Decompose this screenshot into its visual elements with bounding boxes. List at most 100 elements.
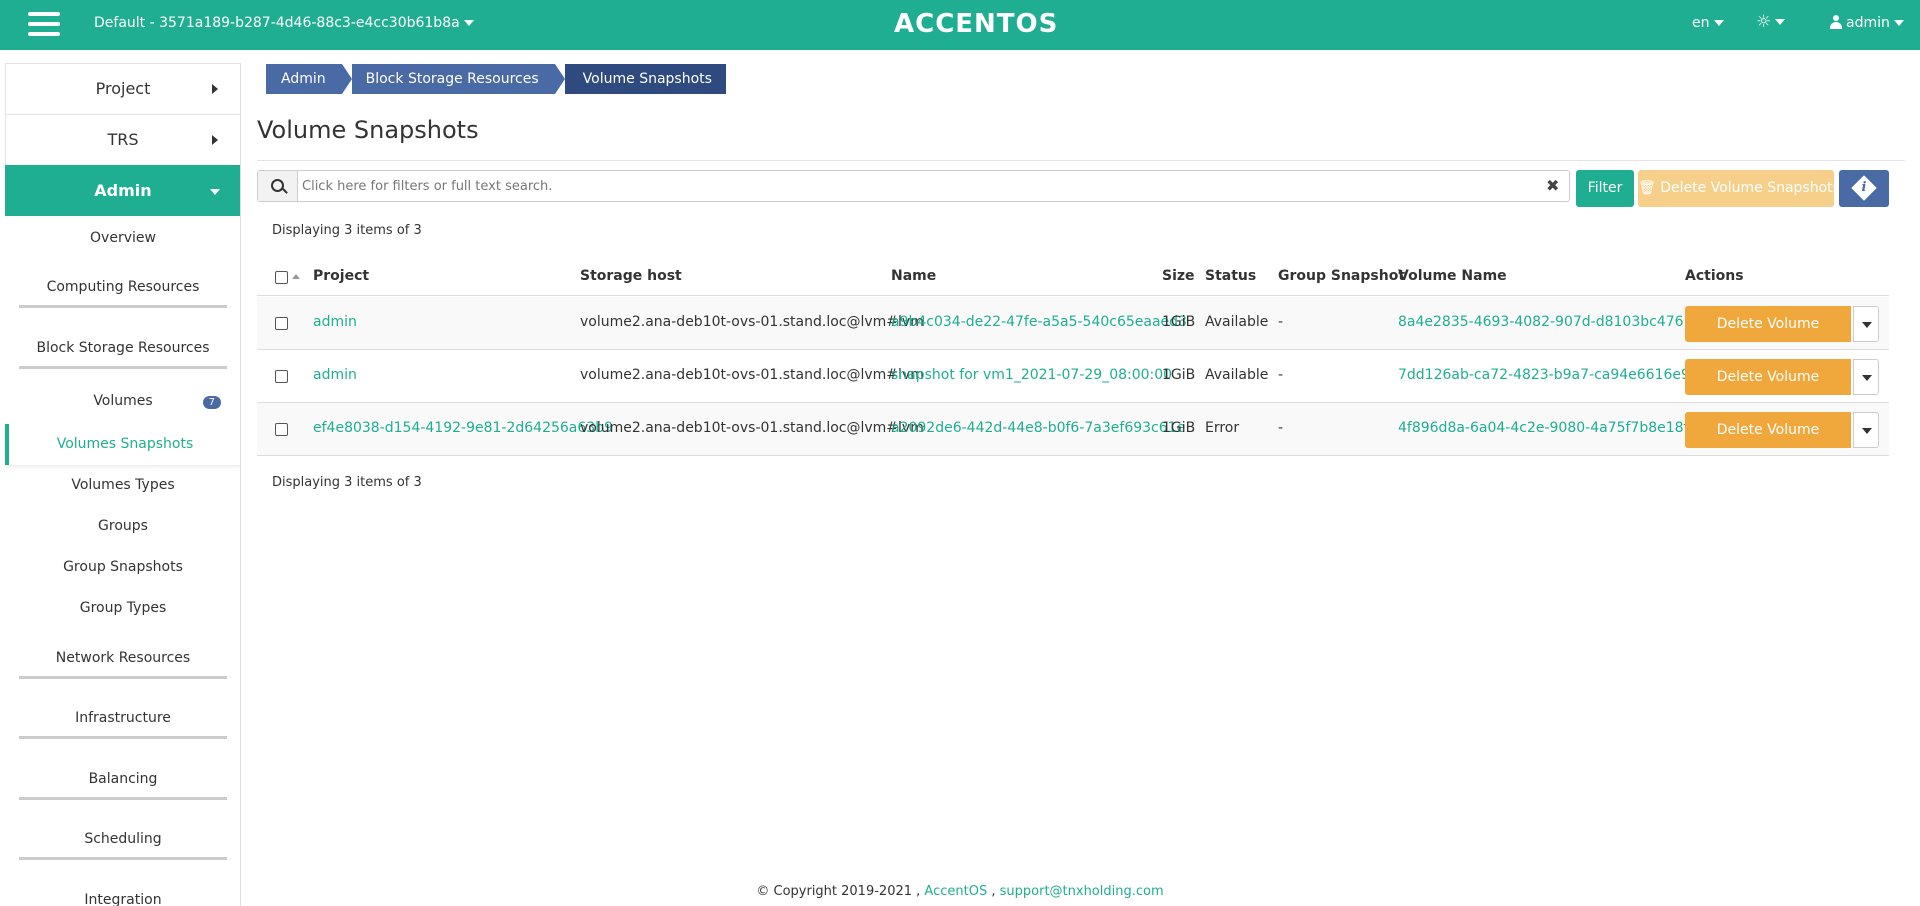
breadcrumb-item-admin[interactable]: Admin [266, 64, 342, 94]
snapshot-name-link[interactable]: snapshot for vm1_2021-07-29_08:00:00 [891, 367, 1172, 383]
hamburger-menu-icon[interactable] [28, 12, 60, 38]
clear-icon[interactable]: ✖ [1546, 176, 1559, 195]
chevron-down-icon [1775, 19, 1786, 25]
delete-volume-snapshots-button[interactable]: 🗑 Delete Volume Snapshots [1638, 170, 1840, 207]
divider [257, 160, 1905, 161]
sidebar-item-group-types[interactable]: Group Types [5, 600, 240, 616]
column-header-project[interactable]: Project [313, 268, 369, 284]
table-row: ef4e8038-d154-4192-9e81-2d64256a63b9 vol… [257, 403, 1889, 474]
trash-icon: 🗑 [1638, 180, 1656, 196]
group-snapshot: - [1278, 367, 1284, 383]
sidebar-item-label: Volumes [93, 393, 153, 409]
theme-selector[interactable]: ☼ [1756, 12, 1786, 32]
sidebar-group-balancing[interactable]: Balancing [19, 771, 227, 800]
column-header-size[interactable]: Size [1162, 268, 1195, 284]
sidebar-item-label: Admin [94, 181, 152, 200]
snapshot-name-link[interactable]: a9b4c034-de22-47fe-a5a5-540c65eaaed3 [891, 314, 1187, 330]
project-selector[interactable]: Default - 3571a189-b287-4d46-88c3-e4cc30… [94, 15, 474, 31]
column-header-group-snapshot[interactable]: Group Snapshot [1278, 268, 1405, 284]
delete-volume-snapshot-button[interactable]: Delete Volume Snapshot [1685, 359, 1851, 421]
status: Error [1205, 420, 1240, 436]
delete-volume-snapshot-button[interactable]: Delete Volume Snapshot [1685, 412, 1851, 474]
user-name: admin [1846, 15, 1890, 31]
row-checkbox[interactable] [275, 370, 288, 383]
sidebar-group-block-storage[interactable]: Block Storage Resources [19, 340, 227, 369]
chevron-down-icon [210, 189, 220, 195]
sidebar: Project TRS Admin Overview Computing Res… [5, 63, 241, 906]
search-icon[interactable] [258, 171, 298, 201]
column-header-storage-host[interactable]: Storage host [580, 268, 682, 284]
group-snapshot: - [1278, 314, 1284, 330]
search-bar: ✖ [257, 170, 1570, 202]
column-header-status[interactable]: Status [1205, 268, 1256, 284]
info-icon: i [1851, 175, 1877, 201]
row-actions-dropdown[interactable] [1853, 306, 1879, 342]
sidebar-item-label: Project [95, 79, 151, 98]
sidebar-item-overview[interactable]: Overview [5, 230, 240, 246]
user-menu[interactable]: admin [1830, 15, 1904, 31]
row-actions-dropdown[interactable] [1853, 412, 1879, 448]
row-actions-dropdown[interactable] [1853, 359, 1879, 395]
footer-separator: , [991, 884, 996, 899]
sidebar-item-project[interactable]: Project [5, 63, 240, 114]
sidebar-group-network[interactable]: Network Resources [19, 650, 227, 679]
sidebar-item-trs[interactable]: TRS [5, 114, 240, 165]
sidebar-item-groups[interactable]: Groups [5, 518, 240, 534]
row-checkbox[interactable] [275, 317, 288, 330]
accentos-link[interactable]: AccentOS [924, 884, 987, 899]
size: 1GiB [1162, 367, 1196, 383]
storage-host: volume2.ana-deb10t-ovs-01.stand.loc@lvm#… [580, 367, 924, 383]
status: Available [1205, 367, 1269, 383]
column-header-actions: Actions [1685, 268, 1744, 284]
filter-button[interactable]: Filter [1576, 170, 1634, 207]
project-selector-label: Default - 3571a189-b287-4d46-88c3-e4cc30… [94, 15, 460, 31]
sidebar-item-group-snapshots[interactable]: Group Snapshots [5, 559, 240, 575]
user-icon [1830, 15, 1842, 29]
project-link[interactable]: admin [313, 314, 357, 330]
volume-name-link[interactable]: 8a4e2835-4693-4082-907d-d8103bc47616 [1398, 314, 1701, 330]
chevron-right-icon [212, 135, 218, 145]
select-all-checkbox[interactable] [275, 271, 288, 284]
delete-volume-snapshot-button[interactable]: Delete Volume Snapshot [1685, 306, 1851, 368]
logo: ACCENTOS [894, 9, 1059, 39]
sidebar-item-admin[interactable]: Admin [5, 165, 240, 216]
sidebar-item-volumes-snapshots[interactable]: Volumes Snapshots [5, 424, 240, 465]
column-header-name[interactable]: Name [891, 268, 936, 284]
display-count-bottom: Displaying 3 items of 3 [272, 475, 422, 490]
group-snapshot: - [1278, 420, 1284, 436]
volume-name-link[interactable]: 4f896d8a-6a04-4c2e-9080-4a75f7b8e18f-4 [1398, 420, 1702, 436]
info-button[interactable]: i [1839, 170, 1889, 207]
storage-host: volume2.ana-deb10t-ovs-01.stand.loc@lvm#… [580, 314, 924, 330]
size: 1GiB [1162, 420, 1196, 436]
project-link[interactable]: admin [313, 367, 357, 383]
sidebar-item-label: TRS [107, 130, 139, 149]
column-header-volume-name[interactable]: Volume Name [1398, 268, 1507, 284]
breadcrumb: Admin Block Storage Resources Volume Sna… [266, 64, 726, 94]
sidebar-group-infrastructure[interactable]: Infrastructure [19, 710, 227, 739]
chevron-down-icon [1893, 20, 1904, 26]
sidebar-group-scheduling[interactable]: Scheduling [19, 831, 227, 860]
page-title: Volume Snapshots [257, 116, 479, 144]
table-row: admin volume2.ana-deb10t-ovs-01.stand.lo… [257, 350, 1889, 421]
breadcrumb-item-block-storage[interactable]: Block Storage Resources [351, 64, 555, 94]
copyright-text: © Copyright 2019-2021 , [756, 884, 921, 899]
language-selector[interactable]: en [1692, 15, 1724, 31]
delete-volume-snapshots-label: Delete Volume Snapshots [1660, 180, 1840, 196]
search-input[interactable] [302, 175, 1502, 197]
footer: © Copyright 2019-2021 , AccentOS , suppo… [0, 884, 1920, 899]
sidebar-item-volumes-types[interactable]: Volumes Types [5, 477, 240, 493]
table-row: admin volume2.ana-deb10t-ovs-01.stand.lo… [257, 297, 1889, 368]
status: Available [1205, 314, 1269, 330]
volumes-count-badge: 7 [202, 396, 221, 409]
sort-asc-icon[interactable] [292, 274, 300, 279]
breadcrumb-item-volume-snapshots: Volume Snapshots [564, 64, 726, 94]
support-email-link[interactable]: support@tnxholding.com [1000, 884, 1164, 899]
snapshot-name-link[interactable]: a2092de6-442d-44e8-b0f6-7a3ef693c61e [891, 420, 1185, 436]
project-link[interactable]: ef4e8038-d154-4192-9e81-2d64256a63b9 [313, 420, 613, 436]
volume-name-link[interactable]: 7dd126ab-ca72-4823-b9a7-ca94e6616e98 [1398, 367, 1699, 383]
row-checkbox[interactable] [275, 423, 288, 436]
language-label: en [1692, 15, 1710, 31]
sidebar-group-computing[interactable]: Computing Resources [19, 279, 227, 308]
top-navbar: Default - 3571a189-b287-4d46-88c3-e4cc30… [0, 0, 1920, 50]
sidebar-item-volumes[interactable]: Volumes 7 [5, 393, 240, 409]
